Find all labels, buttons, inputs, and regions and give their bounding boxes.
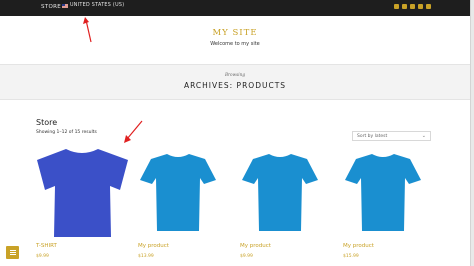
product-card[interactable]: My product $9.99: [240, 150, 320, 266]
results-count: Showing 1–12 of 15 results: [36, 130, 97, 135]
country-selector[interactable]: UNITED STATES (US): [62, 3, 124, 8]
product-name[interactable]: My product: [343, 243, 374, 249]
store-link[interactable]: STORE: [41, 4, 61, 10]
site-title[interactable]: MY SITE: [0, 28, 470, 38]
annotation-arrow: [124, 120, 143, 143]
archive-header: Browsing ARCHIVES: PRODUCTS: [0, 64, 470, 100]
product-card[interactable]: My product $15.99: [343, 150, 423, 266]
sort-selected-value: Sort by latest: [357, 134, 388, 139]
vimeo-icon[interactable]: [426, 4, 431, 9]
bag-icon[interactable]: [402, 4, 407, 9]
product-name[interactable]: My product: [240, 243, 271, 249]
cart-icon[interactable]: [394, 4, 399, 9]
tshirt-image[interactable]: [138, 150, 218, 233]
browsing-label: Browsing: [224, 72, 246, 77]
section-title: Store: [36, 118, 58, 127]
site-tagline: Welcome to my site: [210, 41, 260, 47]
social-icons: [394, 4, 431, 9]
product-name[interactable]: T-SHIRT: [36, 243, 57, 249]
archive-title: ARCHIVES: PRODUCTS: [183, 81, 287, 90]
product-price: $9.99: [36, 254, 49, 259]
product-card[interactable]: T-SHIRT $9.99: [36, 148, 129, 266]
chevron-down-icon: ⌄: [421, 133, 426, 139]
facebook-icon[interactable]: [410, 4, 415, 9]
us-flag-icon: [62, 3, 68, 8]
menu-icon[interactable]: [6, 246, 19, 259]
product-price: $13.99: [138, 254, 154, 259]
tshirt-image[interactable]: [240, 150, 320, 233]
product-price: $15.99: [343, 254, 359, 259]
product-card[interactable]: My product $13.99: [138, 150, 218, 266]
tshirt-image[interactable]: [343, 150, 423, 233]
top-bar: STORE UNITED STATES (US): [0, 0, 474, 16]
product-name[interactable]: My product: [138, 243, 169, 249]
tshirt-image[interactable]: [36, 148, 129, 237]
scrollbar[interactable]: [470, 0, 474, 266]
country-label: UNITED STATES (US): [70, 3, 125, 8]
twitter-icon[interactable]: [418, 4, 423, 9]
product-price: $9.99: [240, 254, 253, 259]
sort-select[interactable]: Sort by latest ⌄: [352, 131, 431, 141]
